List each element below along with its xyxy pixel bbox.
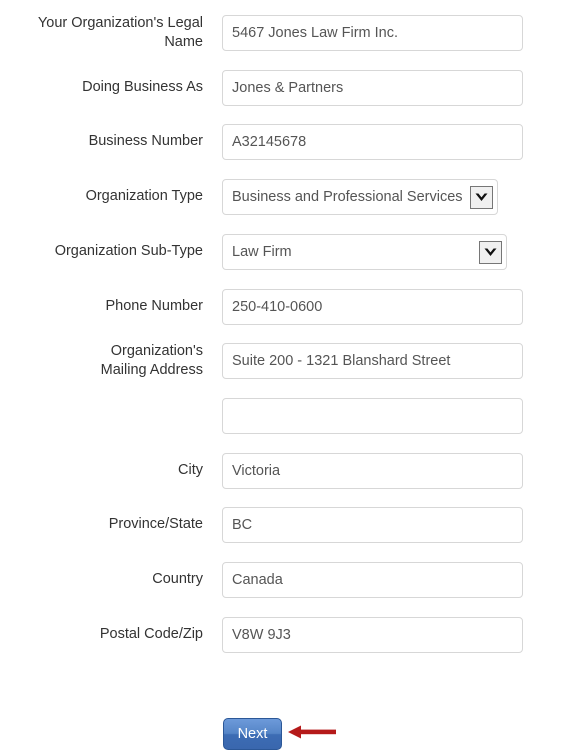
label-country: Country — [152, 571, 203, 587]
control-wrap-organization-type: Business and Professional Services — [222, 179, 498, 215]
input-postal-code-zip[interactable] — [222, 617, 523, 653]
select-organization-type[interactable]: Business and Professional Services — [222, 179, 498, 215]
organization-details-form: Postal Code/Zip Country Province/State City… — [0, 0, 583, 750]
form-row-doing-business-as: Doing Business As — [0, 70, 583, 106]
control-wrap-postal-code-zip — [222, 617, 523, 653]
control-wrap-province-state — [222, 507, 523, 543]
control-wrap-business-number — [222, 124, 523, 160]
label-phone-number: Phone Number — [105, 298, 203, 314]
label-doing-business-as: Doing Business As — [82, 79, 203, 95]
chevron-down-icon[interactable] — [469, 185, 493, 209]
label-mailing-address-line-1: Organization's Mailing Address — [100, 343, 203, 378]
control-wrap-country — [222, 562, 523, 598]
form-row-business-number: Business Number — [0, 124, 583, 160]
input-business-number[interactable] — [222, 124, 523, 160]
chevron-down-icon[interactable] — [479, 240, 502, 264]
form-row-mailing-address-line-2 — [0, 398, 583, 434]
label-organization-type: Organization Type — [85, 188, 203, 204]
control-wrap-city — [222, 453, 523, 489]
control-wrap-mailing-address-line-2 — [222, 398, 523, 434]
label-postal-code-zip: Postal Code/Zip — [99, 626, 203, 642]
select-organization-sub-type[interactable]: Law Firm — [222, 234, 507, 270]
label-province-state: Province/State — [108, 516, 203, 532]
control-wrap-mailing-address-line-1 — [222, 343, 523, 379]
form-row-legal-name: Your Organization's Legal Name — [0, 15, 583, 51]
control-wrap-doing-business-as — [222, 70, 523, 106]
input-province-state[interactable] — [222, 507, 523, 543]
form-row-phone-number: Phone Number — [0, 289, 583, 325]
control-wrap-phone-number — [222, 289, 523, 325]
form-row-city: City — [0, 453, 583, 489]
input-country[interactable] — [222, 562, 523, 598]
form-row-organization-sub-type: Organization Sub-Type Law Firm — [0, 234, 583, 270]
select-value-organization-type: Business and Professional Services — [232, 189, 463, 205]
select-value-organization-sub-type: Law Firm — [232, 244, 292, 260]
label-city: City — [178, 462, 203, 478]
input-city[interactable] — [222, 453, 523, 489]
form-row-province-state: Province/State — [0, 507, 583, 543]
form-row-country: Country — [0, 562, 583, 598]
next-button[interactable]: Next — [223, 718, 282, 750]
input-mailing-address-line-2[interactable] — [222, 398, 523, 434]
label-legal-name: Your Organization's Legal Name — [37, 15, 203, 50]
label-business-number: Business Number — [88, 133, 203, 149]
input-mailing-address-line-1[interactable] — [222, 343, 523, 379]
input-legal-name[interactable] — [222, 15, 523, 51]
form-row-postal-code-zip: Postal Code/Zip — [0, 617, 583, 653]
form-row-mailing-address-line-1: Organization's Mailing Address — [0, 343, 583, 379]
label-organization-sub-type: Organization Sub-Type — [54, 243, 203, 259]
form-row-organization-type: Organization Type Business and Profession… — [0, 179, 583, 215]
left-arrow-icon — [288, 724, 336, 740]
input-doing-business-as[interactable] — [222, 70, 523, 106]
control-wrap-legal-name — [222, 15, 523, 51]
input-phone-number[interactable] — [222, 289, 523, 325]
control-wrap-organization-sub-type: Law Firm — [222, 234, 507, 270]
